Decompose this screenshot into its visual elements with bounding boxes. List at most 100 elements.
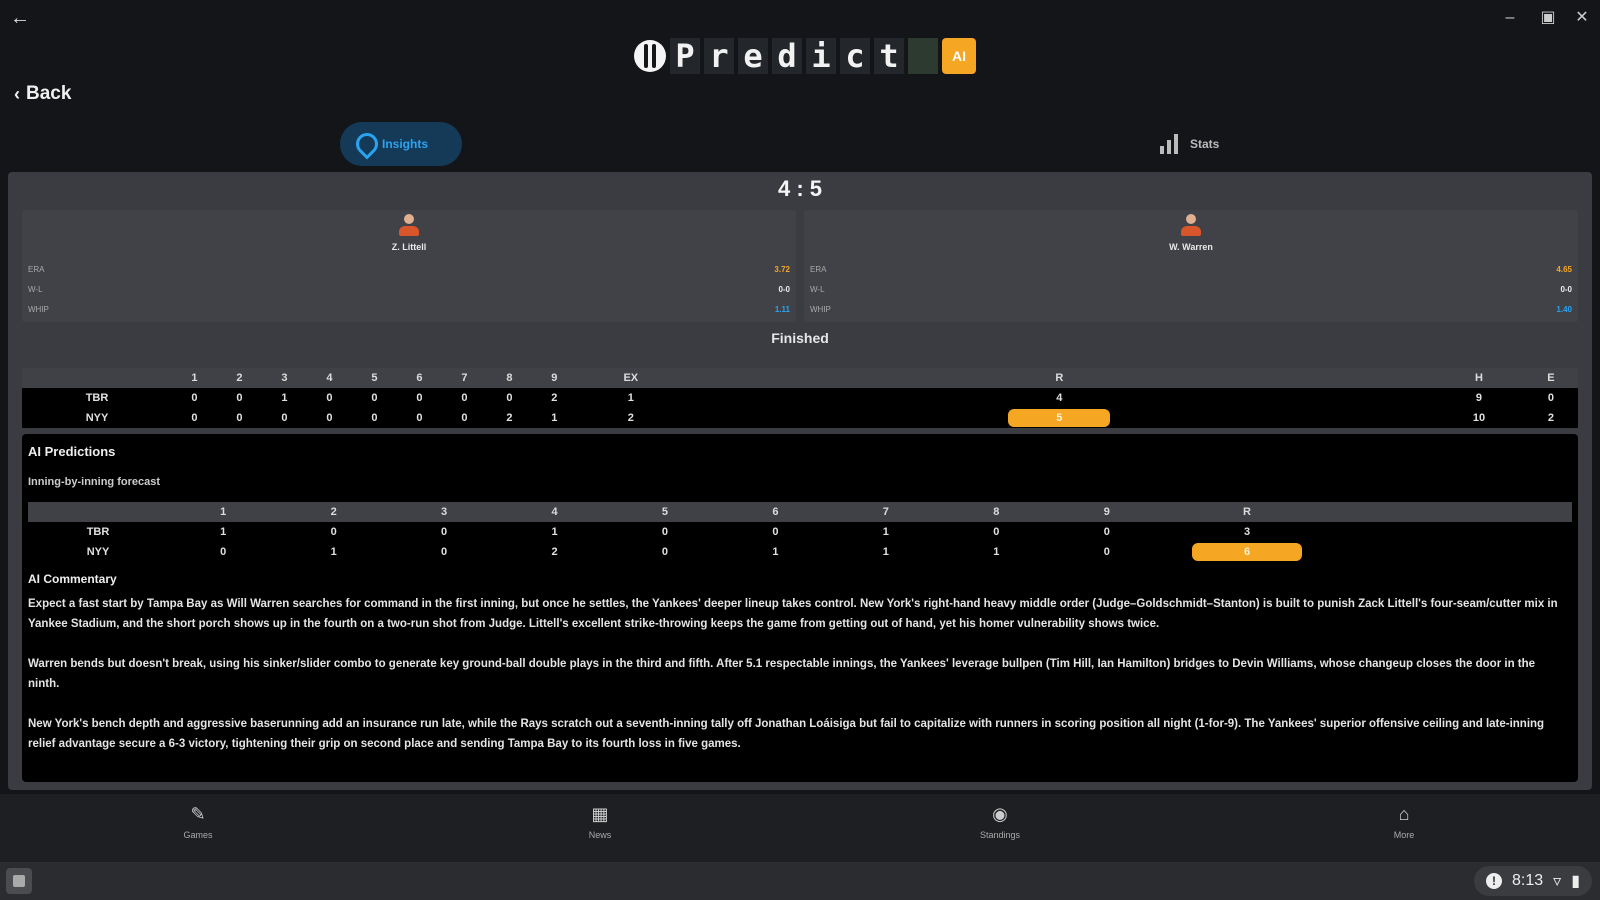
minimize-icon[interactable]: – bbox=[1500, 8, 1520, 28]
stat-key: ERA bbox=[810, 265, 827, 274]
header-cell: R bbox=[684, 368, 1434, 388]
score-cell: 0 bbox=[388, 542, 500, 562]
bar-chart-icon bbox=[1160, 134, 1178, 154]
score-cell: 1 bbox=[941, 542, 1052, 562]
score-cell: 1 bbox=[830, 522, 942, 542]
logo-letter: t bbox=[874, 38, 904, 74]
score-cell: 0 bbox=[351, 408, 397, 428]
header-cell: 4 bbox=[306, 368, 352, 388]
pitcher-name: Z. Littell bbox=[391, 242, 427, 252]
logo-letter: e bbox=[738, 38, 768, 74]
baseball-logo-icon bbox=[634, 40, 666, 72]
nav-standings[interactable]: ◉ Standings bbox=[940, 802, 1060, 840]
score-cell: 0 bbox=[172, 408, 217, 428]
nav-news[interactable]: ▦ News bbox=[540, 802, 660, 840]
score-cell: 0 bbox=[486, 388, 532, 408]
score-cell: 0 bbox=[941, 522, 1052, 542]
header-cell: 2 bbox=[278, 502, 389, 522]
tab-insights[interactable]: Insights bbox=[340, 122, 462, 166]
ai-forecast-table: 1 2 3 4 5 6 7 8 9 R TBR 1 0 0 1 0 0 1 0 … bbox=[28, 502, 1572, 562]
header-cell: 5 bbox=[609, 502, 721, 522]
bottom-navigation: ✎ Games ▦ News ◉ Standings ⌂ More bbox=[0, 794, 1600, 862]
window-back-icon[interactable]: ← bbox=[10, 8, 30, 28]
maximize-icon[interactable]: ▣ bbox=[1538, 8, 1558, 28]
os-taskbar: ! 8:13 ▿ ▮ bbox=[0, 862, 1600, 900]
nav-label: More bbox=[1393, 830, 1415, 840]
game-score: 4 : 5 bbox=[777, 176, 823, 201]
runs-cell: 4 bbox=[684, 388, 1434, 408]
stat-value: 4.65 bbox=[1556, 265, 1572, 274]
app-window: ← – ▣ ✕ P r e d i c t AI ‹ Back Insights… bbox=[0, 0, 1600, 900]
header-cell: 5 bbox=[351, 368, 397, 388]
nav-label: News bbox=[588, 830, 612, 840]
logo-blank-tile bbox=[908, 38, 938, 74]
score-cell: 0 bbox=[216, 388, 262, 408]
score-cell: 0 bbox=[609, 522, 721, 542]
team-cell: NYY bbox=[28, 542, 168, 562]
header-cell: 4 bbox=[499, 502, 610, 522]
team-cell: TBR bbox=[28, 522, 168, 542]
logo-letter: i bbox=[806, 38, 836, 74]
info-icon: ! bbox=[1486, 873, 1503, 889]
header-cell: 7 bbox=[441, 368, 487, 388]
away-pitcher-card[interactable]: Z. Littell ERA 3.72 W-L 0-0 WHIP 1.11 bbox=[22, 210, 796, 322]
nav-more[interactable]: ⌂ More bbox=[1344, 802, 1464, 840]
standings-icon: ◉ bbox=[992, 804, 1008, 824]
score-cell: 0 bbox=[609, 542, 721, 562]
score-cell: 0 bbox=[1051, 522, 1162, 542]
score-cell: 0 bbox=[388, 522, 500, 542]
stat-value: 1.40 bbox=[1556, 305, 1572, 314]
team-cell: TBR bbox=[22, 388, 172, 408]
runs-cell-highlight: 5 bbox=[684, 408, 1434, 428]
tab-stats[interactable]: Stats bbox=[1160, 128, 1219, 160]
stat-row: W-L 0-0 bbox=[28, 285, 790, 299]
empty-cell bbox=[1332, 542, 1572, 562]
header-cell: 8 bbox=[486, 368, 532, 388]
tab-bar: Insights Stats bbox=[0, 118, 1600, 172]
system-tray[interactable]: ! 8:13 ▿ ▮ bbox=[1474, 866, 1592, 896]
stat-value: 1.11 bbox=[774, 305, 790, 314]
errors-cell: 2 bbox=[1523, 408, 1578, 428]
score-cell: 0 bbox=[278, 522, 389, 542]
team-cell: NYY bbox=[22, 408, 172, 428]
stat-key: WHIP bbox=[810, 305, 831, 314]
ai-commentary-title: AI Commentary bbox=[28, 572, 117, 586]
launcher-icon[interactable] bbox=[6, 868, 32, 894]
runs-value: 6 bbox=[1243, 546, 1251, 558]
pitcher-icon bbox=[399, 214, 419, 238]
nav-games[interactable]: ✎ Games bbox=[138, 802, 258, 840]
empty-cell bbox=[1332, 522, 1572, 542]
score-cell: 1 bbox=[499, 522, 610, 542]
header-cell bbox=[28, 502, 168, 522]
pitcher-icon bbox=[1181, 214, 1201, 238]
score-cell: 1 bbox=[830, 542, 942, 562]
score-cell: 0 bbox=[441, 388, 487, 408]
score-cell: 2 bbox=[531, 388, 577, 408]
score-cell: 1 bbox=[531, 408, 577, 428]
score-cell: 0 bbox=[396, 408, 442, 428]
score-cell: 1 bbox=[278, 542, 389, 562]
score-cell: 0 bbox=[720, 522, 831, 542]
header-cell: 9 bbox=[531, 368, 577, 388]
back-label: Back bbox=[26, 83, 72, 104]
header-cell: 3 bbox=[388, 502, 500, 522]
stat-row: W-L 0-0 bbox=[810, 285, 1572, 299]
score-cell: 0 bbox=[306, 408, 352, 428]
commentary-paragraph: Expect a fast start by Tampa Bay as Will… bbox=[28, 598, 1558, 630]
hits-cell: 9 bbox=[1433, 388, 1524, 408]
header-cell: EX bbox=[576, 368, 685, 388]
stat-row: ERA 3.72 bbox=[28, 265, 790, 279]
tab-insights-label: Insights bbox=[382, 137, 429, 151]
score-cell: 0 bbox=[441, 408, 487, 428]
score-cell: 1 bbox=[576, 388, 685, 408]
back-button[interactable]: ‹ Back bbox=[14, 80, 71, 108]
table-row: NYY 0 1 0 2 0 1 1 1 0 6 bbox=[28, 542, 1572, 562]
hits-cell: 10 bbox=[1433, 408, 1524, 428]
score-cell: 0 bbox=[168, 542, 279, 562]
score-cell: 1 bbox=[261, 388, 307, 408]
nav-label: Games bbox=[183, 830, 213, 840]
close-icon[interactable]: ✕ bbox=[1572, 8, 1592, 28]
score-cell: 1 bbox=[720, 542, 831, 562]
home-pitcher-card[interactable]: W. Warren ERA 4.65 W-L 0-0 WHIP 1.40 bbox=[804, 210, 1578, 322]
header-cell: 2 bbox=[216, 368, 262, 388]
